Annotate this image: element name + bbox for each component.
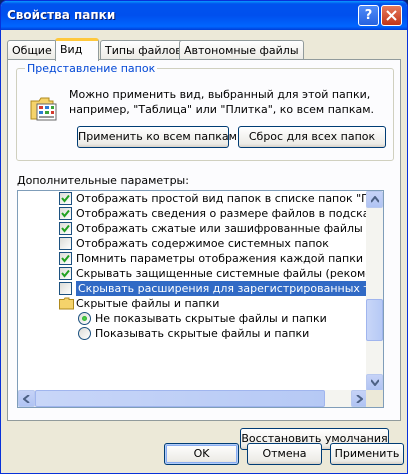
setting-label: Помнить параметры отображения каждой пап…	[76, 252, 364, 265]
folder-icon	[59, 297, 74, 310]
setting-label: Отображать содержимое системных папок	[76, 237, 329, 250]
folder-views-title: Представление папок	[25, 62, 158, 75]
radio-button[interactable]	[78, 327, 91, 340]
reset-all-folders-button[interactable]: Сброс для всех папок	[238, 126, 386, 148]
horizontal-scrollbar[interactable]	[18, 390, 368, 407]
advanced-settings-viewport: Отображать простой вид папок в списке па…	[18, 191, 368, 391]
cancel-button[interactable]: Отмена	[247, 443, 322, 465]
cancel-label: Отмена	[262, 447, 307, 460]
help-icon: ?	[364, 8, 373, 23]
setting-label: Показывать скрытые файлы и папки	[95, 327, 310, 340]
checkmark-icon	[61, 254, 70, 263]
setting-hide-protected-files[interactable]: Скрывать защищенные системные файлы (рек…	[18, 266, 368, 281]
tab-file-types[interactable]: Типы файлов	[100, 40, 187, 59]
folder-views-icon	[30, 97, 57, 121]
checkmark-icon	[61, 224, 70, 233]
hidden-files-folder-node[interactable]: Скрытые файлы и папки	[18, 296, 368, 311]
setting-label: Отображать простой вид папок в списке па…	[76, 192, 368, 205]
setting-label: Скрывать расширения для зарегистрированн…	[76, 281, 368, 296]
radio-show-hidden[interactable]: Показывать скрытые файлы и папки	[18, 326, 368, 341]
setting-label: Скрытые файлы и папки	[76, 297, 220, 310]
setting-label: Отображать сведения о размере файлов в п…	[76, 207, 368, 220]
folder-views-group: Представление папок Можно применить вид,…	[16, 62, 394, 161]
tab-offline-files[interactable]: Автономные файлы	[179, 40, 304, 59]
apply-to-all-folders-button[interactable]: Применить ко всем папкам	[77, 126, 237, 148]
tab-offline-files-label: Автономные файлы	[184, 44, 299, 57]
title-bar[interactable]: Свойства папки ?	[1, 1, 407, 30]
checkbox[interactable]	[59, 267, 72, 280]
checkbox[interactable]	[59, 207, 72, 220]
tab-view-label: Вид	[60, 43, 83, 56]
checkbox[interactable]	[59, 237, 72, 250]
scroll-down-button[interactable]	[366, 374, 383, 391]
horizontal-scroll-thumb[interactable]	[35, 390, 325, 407]
setting-label: Отображать сжатые или зашифрованные файл…	[76, 222, 368, 235]
setting-file-size-tooltips[interactable]: Отображать сведения о размере файлов в п…	[18, 206, 368, 221]
folder-options-dialog: Свойства папки ? Общие Вид Типы файлов А…	[0, 0, 408, 474]
setting-system-folder-contents[interactable]: Отображать содержимое системных папок	[18, 236, 368, 251]
tab-file-types-label: Типы файлов	[105, 44, 182, 57]
view-tab-panel: Представление папок Можно применить вид,…	[7, 59, 401, 450]
checkmark-icon	[61, 209, 70, 218]
checkmark-icon	[61, 194, 70, 203]
vertical-scrollbar[interactable]	[366, 191, 383, 391]
advanced-settings-list[interactable]: Отображать простой вид папок в списке па…	[17, 190, 384, 408]
arrow-up-icon	[371, 196, 379, 203]
close-icon	[386, 10, 397, 21]
setting-ntfs-color[interactable]: Отображать сжатые или зашифрованные файл…	[18, 221, 368, 236]
radio-do-not-show-hidden[interactable]: Не показывать скрытые файлы и папки	[18, 311, 368, 326]
checkbox[interactable]	[59, 222, 72, 235]
ok-label: OK	[193, 447, 210, 460]
apply-label: Применить	[334, 447, 400, 460]
checkmark-icon	[61, 269, 70, 278]
vertical-scroll-thumb[interactable]	[366, 299, 383, 341]
checkbox[interactable]	[59, 252, 72, 265]
scroll-left-button[interactable]	[18, 390, 35, 407]
setting-label: Не показывать скрытые файлы и папки	[95, 312, 327, 325]
setting-label: Скрывать защищенные системные файлы (рек…	[76, 267, 368, 280]
dialog-client: Общие Вид Типы файлов Автономные файлы П…	[4, 30, 404, 473]
setting-remember-view[interactable]: Помнить параметры отображения каждой пап…	[18, 251, 368, 266]
apply-button[interactable]: Применить	[330, 443, 404, 465]
tab-general[interactable]: Общие	[7, 40, 57, 59]
apply-to-all-folders-label: Применить ко всем папкам	[78, 130, 237, 143]
radio-selected-dot	[82, 316, 87, 321]
close-button[interactable]	[381, 5, 402, 26]
arrow-left-icon	[23, 395, 30, 403]
setting-hide-extensions[interactable]: Скрывать расширения для зарегистрированн…	[18, 281, 368, 296]
help-button[interactable]: ?	[358, 5, 379, 26]
ok-button[interactable]: OK	[164, 443, 239, 465]
reset-all-folders-label: Сброс для всех папок	[248, 130, 376, 143]
tab-view[interactable]: Вид	[55, 38, 99, 61]
scroll-up-button[interactable]	[366, 191, 383, 208]
radio-button[interactable]	[78, 312, 91, 325]
checkbox[interactable]	[59, 192, 72, 205]
scrollbar-corner	[366, 390, 383, 407]
arrow-down-icon	[371, 379, 379, 386]
tab-general-label: Общие	[12, 44, 52, 57]
checkbox[interactable]	[59, 282, 72, 295]
window-title: Свойства папки	[7, 8, 116, 22]
advanced-settings-label: Дополнительные параметры:	[17, 174, 189, 187]
folder-views-description: Можно применить вид, выбранный для этой …	[69, 88, 375, 116]
setting-simple-folder-view[interactable]: Отображать простой вид папок в списке па…	[18, 191, 368, 206]
arrow-right-icon	[356, 395, 363, 403]
